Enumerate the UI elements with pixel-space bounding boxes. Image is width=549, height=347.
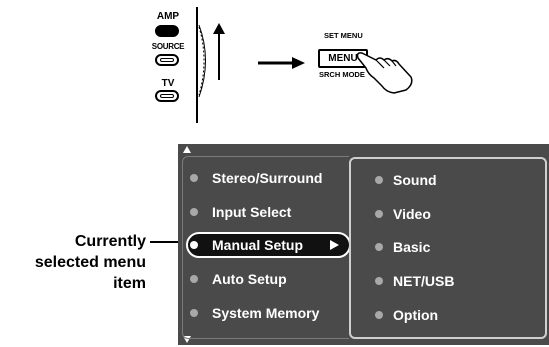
bullet-icon xyxy=(190,174,198,182)
menu-item-manual-setup[interactable]: Manual Setup xyxy=(186,232,351,258)
tv-label: TV xyxy=(161,78,175,89)
arrow-right-icon xyxy=(258,57,305,69)
bullet-icon xyxy=(375,176,383,184)
bullet-icon xyxy=(190,208,198,216)
callout-label: Currently selected menu item xyxy=(0,231,146,294)
submenu-item-label: Sound xyxy=(393,172,437,188)
menu-item-label: System Memory xyxy=(212,305,320,321)
setup-menu-panel: Stereo/Surround Input Select Manual Setu… xyxy=(178,144,549,345)
source-label: SOURCE xyxy=(151,42,185,51)
submenu-item-option[interactable]: Option xyxy=(351,302,541,328)
menu-item-label: Stereo/Surround xyxy=(212,170,323,186)
amp-button[interactable] xyxy=(155,25,179,37)
callout-line-3: item xyxy=(113,275,146,292)
main-menu-list: Stereo/Surround Input Select Manual Setu… xyxy=(186,159,351,334)
set-menu-label: SET MENU xyxy=(324,31,363,40)
source-button[interactable] xyxy=(155,54,179,66)
bullet-icon xyxy=(375,243,383,251)
tv-button[interactable] xyxy=(155,90,179,102)
submenu-item-sound[interactable]: Sound xyxy=(351,167,541,193)
submenu-item-video[interactable]: Video xyxy=(351,201,541,227)
submenu-item-net-usb[interactable]: NET/USB xyxy=(351,268,541,294)
submenu-arrow-icon xyxy=(330,240,339,250)
callout-leader-line xyxy=(150,241,180,243)
menu-item-input-select[interactable]: Input Select xyxy=(186,199,351,225)
bullet-icon xyxy=(190,309,198,317)
submenu-item-basic[interactable]: Basic xyxy=(351,234,541,260)
arrow-up-icon xyxy=(213,23,225,80)
menu-item-stereo-surround[interactable]: Stereo/Surround xyxy=(186,165,351,191)
submenu-item-label: Option xyxy=(393,307,439,323)
menu-item-label: Manual Setup xyxy=(212,237,304,253)
scroll-up-icon[interactable] xyxy=(183,146,191,153)
submenu-item-label: Basic xyxy=(393,239,431,255)
bullet-icon xyxy=(375,277,383,285)
menu-item-label: Input Select xyxy=(212,204,292,220)
bullet-icon xyxy=(375,210,383,218)
menu-item-system-memory[interactable]: System Memory xyxy=(186,300,351,326)
submenu-list: Sound Video Basic NET/USB Option xyxy=(349,157,547,339)
callout-line-2: selected menu xyxy=(34,254,146,271)
hand-pointer-icon xyxy=(356,52,413,94)
bullet-icon xyxy=(190,241,198,249)
submenu-item-label: NET/USB xyxy=(393,273,455,289)
amp-label: AMP xyxy=(156,11,180,22)
callout-line-1: Currently xyxy=(74,233,146,250)
submenu-item-label: Video xyxy=(393,206,431,222)
menu-item-label: Auto Setup xyxy=(212,271,287,287)
bullet-icon xyxy=(375,311,383,319)
bullet-icon xyxy=(190,275,198,283)
menu-item-auto-setup[interactable]: Auto Setup xyxy=(186,266,351,292)
